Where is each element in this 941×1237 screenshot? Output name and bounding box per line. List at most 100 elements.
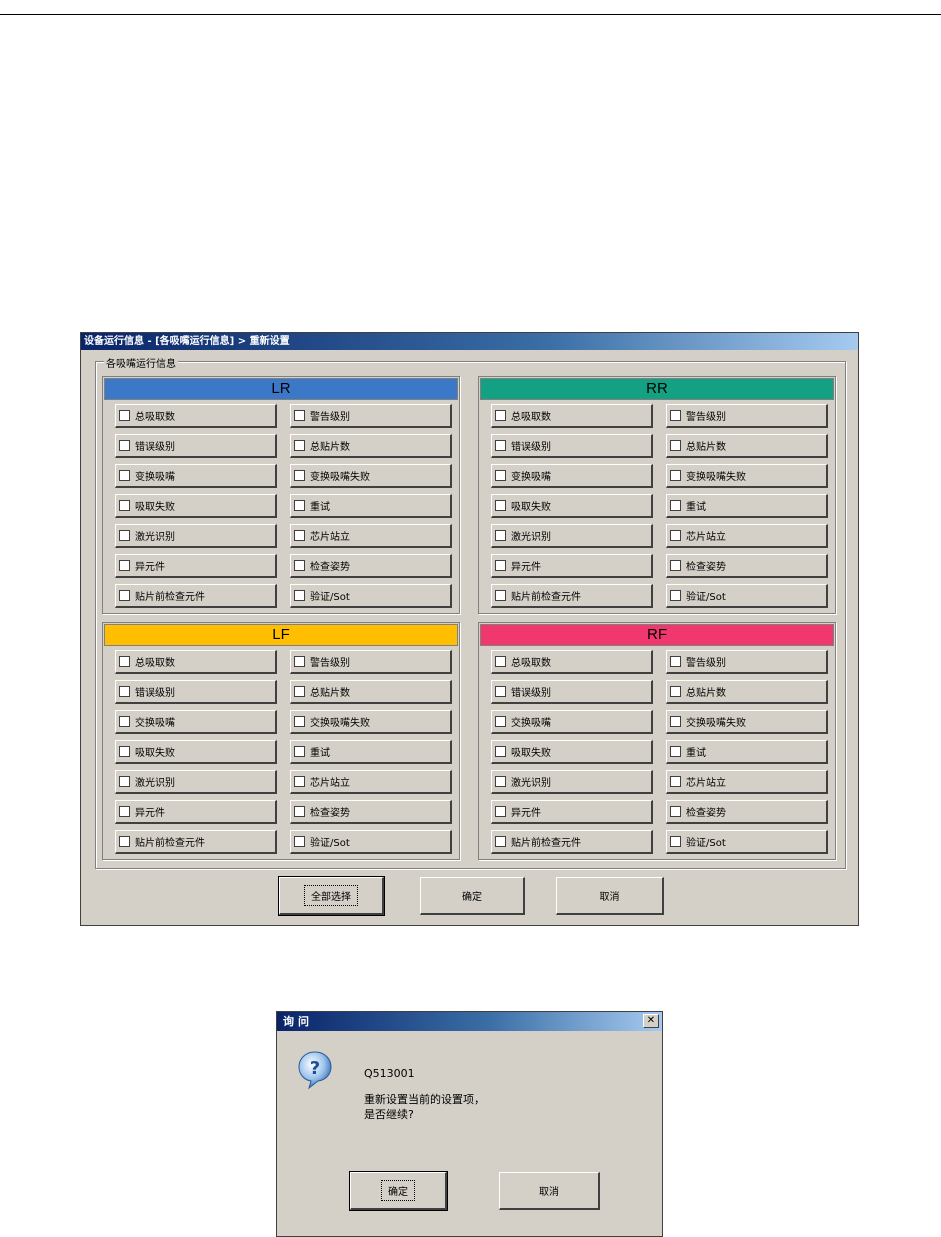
checkbox-box[interactable] xyxy=(294,590,305,601)
checkbox-item[interactable]: 警告级别 xyxy=(290,650,452,674)
checkbox-box[interactable] xyxy=(294,806,305,817)
checkbox-box[interactable] xyxy=(119,410,130,421)
checkbox-item[interactable]: 激光识别 xyxy=(491,770,653,794)
checkbox-item[interactable]: 贴片前检查元件 xyxy=(491,584,653,608)
checkbox-box[interactable] xyxy=(294,560,305,571)
checkbox-item[interactable]: 芯片站立 xyxy=(666,770,828,794)
checkbox-item[interactable]: 验证/Sot xyxy=(290,830,452,854)
checkbox-box[interactable] xyxy=(119,470,130,481)
checkbox-box[interactable] xyxy=(495,500,506,511)
checkbox-item[interactable]: 总贴片数 xyxy=(666,434,828,458)
checkbox-item[interactable]: 激光识别 xyxy=(115,770,277,794)
checkbox-item[interactable]: 异元件 xyxy=(491,800,653,824)
checkbox-box[interactable] xyxy=(670,656,681,667)
checkbox-item[interactable]: 重试 xyxy=(290,494,452,518)
checkbox-box[interactable] xyxy=(495,530,506,541)
checkbox-item[interactable]: 检查姿势 xyxy=(290,800,452,824)
checkbox-item[interactable]: 错误级别 xyxy=(115,434,277,458)
checkbox-item[interactable]: 激光识别 xyxy=(491,524,653,548)
checkbox-box[interactable] xyxy=(294,836,305,847)
checkbox-box[interactable] xyxy=(294,686,305,697)
checkbox-box[interactable] xyxy=(495,686,506,697)
checkbox-item[interactable]: 警告级别 xyxy=(666,650,828,674)
checkbox-item[interactable]: 变换吸嘴 xyxy=(491,464,653,488)
checkbox-box[interactable] xyxy=(119,530,130,541)
checkbox-item[interactable]: 交换吸嘴失败 xyxy=(666,710,828,734)
checkbox-item[interactable]: 异元件 xyxy=(491,554,653,578)
checkbox-item[interactable]: 异元件 xyxy=(115,800,277,824)
checkbox-item[interactable]: 交换吸嘴 xyxy=(115,710,277,734)
checkbox-item[interactable]: 总贴片数 xyxy=(666,680,828,704)
checkbox-box[interactable] xyxy=(119,560,130,571)
checkbox-item[interactable]: 重试 xyxy=(290,740,452,764)
checkbox-item[interactable]: 芯片站立 xyxy=(290,770,452,794)
checkbox-item[interactable]: 警告级别 xyxy=(666,404,828,428)
checkbox-item[interactable]: 检查姿势 xyxy=(666,800,828,824)
checkbox-item[interactable]: 变换吸嘴失败 xyxy=(666,464,828,488)
checkbox-box[interactable] xyxy=(294,746,305,757)
checkbox-box[interactable] xyxy=(670,806,681,817)
checkbox-box[interactable] xyxy=(670,746,681,757)
checkbox-box[interactable] xyxy=(670,590,681,601)
checkbox-box[interactable] xyxy=(119,776,130,787)
checkbox-box[interactable] xyxy=(495,560,506,571)
checkbox-box[interactable] xyxy=(670,836,681,847)
checkbox-item[interactable]: 交换吸嘴失败 xyxy=(290,710,452,734)
checkbox-item[interactable]: 交换吸嘴 xyxy=(491,710,653,734)
checkbox-box[interactable] xyxy=(119,716,130,727)
checkbox-item[interactable]: 检查姿势 xyxy=(666,554,828,578)
message-cancel-button[interactable]: 取消 xyxy=(499,1172,600,1210)
checkbox-item[interactable]: 贴片前检查元件 xyxy=(491,830,653,854)
checkbox-box[interactable] xyxy=(495,806,506,817)
checkbox-box[interactable] xyxy=(119,656,130,667)
checkbox-box[interactable] xyxy=(294,440,305,451)
checkbox-box[interactable] xyxy=(119,806,130,817)
select-all-button[interactable]: 全部选择 xyxy=(278,876,385,916)
checkbox-box[interactable] xyxy=(119,746,130,757)
checkbox-box[interactable] xyxy=(495,590,506,601)
checkbox-box[interactable] xyxy=(495,410,506,421)
checkbox-box[interactable] xyxy=(294,470,305,481)
checkbox-item[interactable]: 重试 xyxy=(666,494,828,518)
checkbox-item[interactable]: 验证/Sot xyxy=(666,584,828,608)
checkbox-item[interactable]: 总吸取数 xyxy=(115,404,277,428)
checkbox-item[interactable]: 吸取失败 xyxy=(491,494,653,518)
checkbox-box[interactable] xyxy=(294,530,305,541)
checkbox-item[interactable]: 总吸取数 xyxy=(115,650,277,674)
checkbox-box[interactable] xyxy=(119,500,130,511)
checkbox-item[interactable]: 总吸取数 xyxy=(491,404,653,428)
checkbox-item[interactable]: 异元件 xyxy=(115,554,277,578)
message-ok-button[interactable]: 确定 xyxy=(349,1171,448,1211)
checkbox-item[interactable]: 重试 xyxy=(666,740,828,764)
ok-button[interactable]: 确定 xyxy=(420,877,525,915)
checkbox-item[interactable]: 变换吸嘴失败 xyxy=(290,464,452,488)
checkbox-box[interactable] xyxy=(670,530,681,541)
checkbox-box[interactable] xyxy=(294,716,305,727)
checkbox-item[interactable]: 错误级别 xyxy=(491,434,653,458)
checkbox-item[interactable]: 验证/Sot xyxy=(290,584,452,608)
checkbox-box[interactable] xyxy=(670,776,681,787)
checkbox-item[interactable]: 贴片前检查元件 xyxy=(115,584,277,608)
checkbox-box[interactable] xyxy=(294,410,305,421)
checkbox-item[interactable]: 贴片前检查元件 xyxy=(115,830,277,854)
checkbox-box[interactable] xyxy=(670,440,681,451)
checkbox-box[interactable] xyxy=(294,776,305,787)
checkbox-item[interactable]: 错误级别 xyxy=(491,680,653,704)
checkbox-box[interactable] xyxy=(670,410,681,421)
checkbox-item[interactable]: 验证/Sot xyxy=(666,830,828,854)
checkbox-box[interactable] xyxy=(495,716,506,727)
checkbox-item[interactable]: 激光识别 xyxy=(115,524,277,548)
checkbox-box[interactable] xyxy=(119,440,130,451)
checkbox-item[interactable]: 错误级别 xyxy=(115,680,277,704)
checkbox-box[interactable] xyxy=(670,560,681,571)
checkbox-box[interactable] xyxy=(495,656,506,667)
checkbox-box[interactable] xyxy=(495,836,506,847)
checkbox-item[interactable]: 吸取失败 xyxy=(491,740,653,764)
checkbox-item[interactable]: 变换吸嘴 xyxy=(115,464,277,488)
checkbox-item[interactable]: 总贴片数 xyxy=(290,680,452,704)
checkbox-box[interactable] xyxy=(294,500,305,511)
cancel-button[interactable]: 取消 xyxy=(556,877,664,915)
checkbox-item[interactable]: 总吸取数 xyxy=(491,650,653,674)
checkbox-item[interactable]: 检查姿势 xyxy=(290,554,452,578)
checkbox-item[interactable]: 吸取失败 xyxy=(115,740,277,764)
